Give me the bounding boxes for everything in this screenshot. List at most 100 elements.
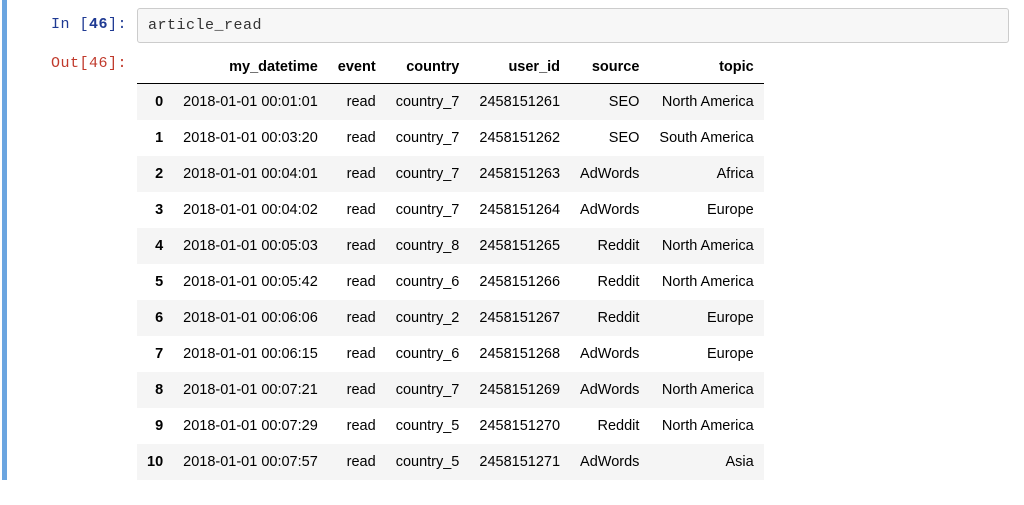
cell-country: country_7 (386, 120, 470, 156)
in-number: 46 (89, 16, 108, 33)
cell-country: country_7 (386, 372, 470, 408)
row-index: 8 (137, 372, 173, 408)
cell-my_datetime: 2018-01-01 00:07:29 (173, 408, 328, 444)
cell-source: Reddit (570, 408, 649, 444)
cell-user_id: 2458151268 (469, 336, 570, 372)
input-row: In [46]: article_read (17, 8, 1024, 43)
table-header: my_datetime event country user_id source… (137, 51, 764, 84)
cell-topic: Africa (649, 156, 763, 192)
row-index: 1 (137, 120, 173, 156)
index-header (137, 51, 173, 84)
cell-event: read (328, 300, 386, 336)
row-index: 2 (137, 156, 173, 192)
cell-topic: North America (649, 408, 763, 444)
cell-my_datetime: 2018-01-01 00:07:21 (173, 372, 328, 408)
cell-user_id: 2458151265 (469, 228, 570, 264)
cell-topic: Asia (649, 444, 763, 480)
col-user_id: user_id (469, 51, 570, 84)
cell-country: country_5 (386, 444, 470, 480)
in-close: ]: (108, 16, 127, 33)
table-row: 12018-01-01 00:03:20readcountry_72458151… (137, 120, 764, 156)
cell-event: read (328, 264, 386, 300)
cell-topic: North America (649, 372, 763, 408)
output-area: my_datetime event country user_id source… (137, 47, 1024, 480)
cell-topic: North America (649, 84, 763, 121)
table-row: 32018-01-01 00:04:02readcountry_72458151… (137, 192, 764, 228)
cell-user_id: 2458151267 (469, 300, 570, 336)
cell-source: AdWords (570, 192, 649, 228)
cell-event: read (328, 444, 386, 480)
output-prompt: Out[46]: (17, 47, 137, 72)
table-row: 62018-01-01 00:06:06readcountry_22458151… (137, 300, 764, 336)
cell-country: country_7 (386, 84, 470, 121)
cell-my_datetime: 2018-01-01 00:04:01 (173, 156, 328, 192)
cell-my_datetime: 2018-01-01 00:06:15 (173, 336, 328, 372)
dataframe-table: my_datetime event country user_id source… (137, 51, 764, 480)
table-row: 02018-01-01 00:01:01readcountry_72458151… (137, 84, 764, 121)
cell-country: country_8 (386, 228, 470, 264)
row-index: 10 (137, 444, 173, 480)
output-row: Out[46]: my_datetime event country user_… (17, 47, 1024, 480)
row-index: 4 (137, 228, 173, 264)
table-row: 72018-01-01 00:06:15readcountry_62458151… (137, 336, 764, 372)
code-input[interactable]: article_read (137, 8, 1009, 43)
cell-event: read (328, 372, 386, 408)
cell-event: read (328, 120, 386, 156)
cell-user_id: 2458151263 (469, 156, 570, 192)
cell-user_id: 2458151271 (469, 444, 570, 480)
col-my_datetime: my_datetime (173, 51, 328, 84)
col-topic: topic (649, 51, 763, 84)
cell-my_datetime: 2018-01-01 00:01:01 (173, 84, 328, 121)
cell-topic: Europe (649, 300, 763, 336)
in-label: In [ (51, 16, 89, 33)
cell-country: country_5 (386, 408, 470, 444)
cell-user_id: 2458151269 (469, 372, 570, 408)
input-prompt: In [46]: (17, 8, 137, 33)
cell-source: AdWords (570, 156, 649, 192)
cell-my_datetime: 2018-01-01 00:06:06 (173, 300, 328, 336)
col-source: source (570, 51, 649, 84)
table-row: 22018-01-01 00:04:01readcountry_72458151… (137, 156, 764, 192)
cell-topic: Europe (649, 336, 763, 372)
cell-user_id: 2458151266 (469, 264, 570, 300)
cell-source: SEO (570, 84, 649, 121)
row-index: 6 (137, 300, 173, 336)
cell-source: Reddit (570, 264, 649, 300)
cell-event: read (328, 228, 386, 264)
table-row: 102018-01-01 00:07:57readcountry_5245815… (137, 444, 764, 480)
cell-event: read (328, 408, 386, 444)
cell-source: AdWords (570, 336, 649, 372)
table-body: 02018-01-01 00:01:01readcountry_72458151… (137, 84, 764, 481)
col-event: event (328, 51, 386, 84)
row-index: 9 (137, 408, 173, 444)
out-close: ]: (108, 55, 127, 72)
row-index: 7 (137, 336, 173, 372)
cell-country: country_7 (386, 192, 470, 228)
cell-topic: South America (649, 120, 763, 156)
cell-country: country_6 (386, 264, 470, 300)
cell-my_datetime: 2018-01-01 00:07:57 (173, 444, 328, 480)
cell-my_datetime: 2018-01-01 00:03:20 (173, 120, 328, 156)
cell-event: read (328, 84, 386, 121)
cell-source: Reddit (570, 228, 649, 264)
cell-topic: North America (649, 264, 763, 300)
cell-source: Reddit (570, 300, 649, 336)
cell-source: AdWords (570, 444, 649, 480)
out-number: 46 (89, 55, 108, 72)
cell-topic: North America (649, 228, 763, 264)
cell-topic: Europe (649, 192, 763, 228)
table-row: 82018-01-01 00:07:21readcountry_72458151… (137, 372, 764, 408)
cell-event: read (328, 156, 386, 192)
cell-country: country_7 (386, 156, 470, 192)
row-index: 3 (137, 192, 173, 228)
cell-country: country_2 (386, 300, 470, 336)
table-row: 42018-01-01 00:05:03readcountry_82458151… (137, 228, 764, 264)
cell-my_datetime: 2018-01-01 00:05:42 (173, 264, 328, 300)
cell-event: read (328, 336, 386, 372)
cell-my_datetime: 2018-01-01 00:05:03 (173, 228, 328, 264)
cell-user_id: 2458151262 (469, 120, 570, 156)
out-label: Out[ (51, 55, 89, 72)
code-text: article_read (148, 17, 262, 34)
row-index: 0 (137, 84, 173, 121)
cell-source: AdWords (570, 372, 649, 408)
